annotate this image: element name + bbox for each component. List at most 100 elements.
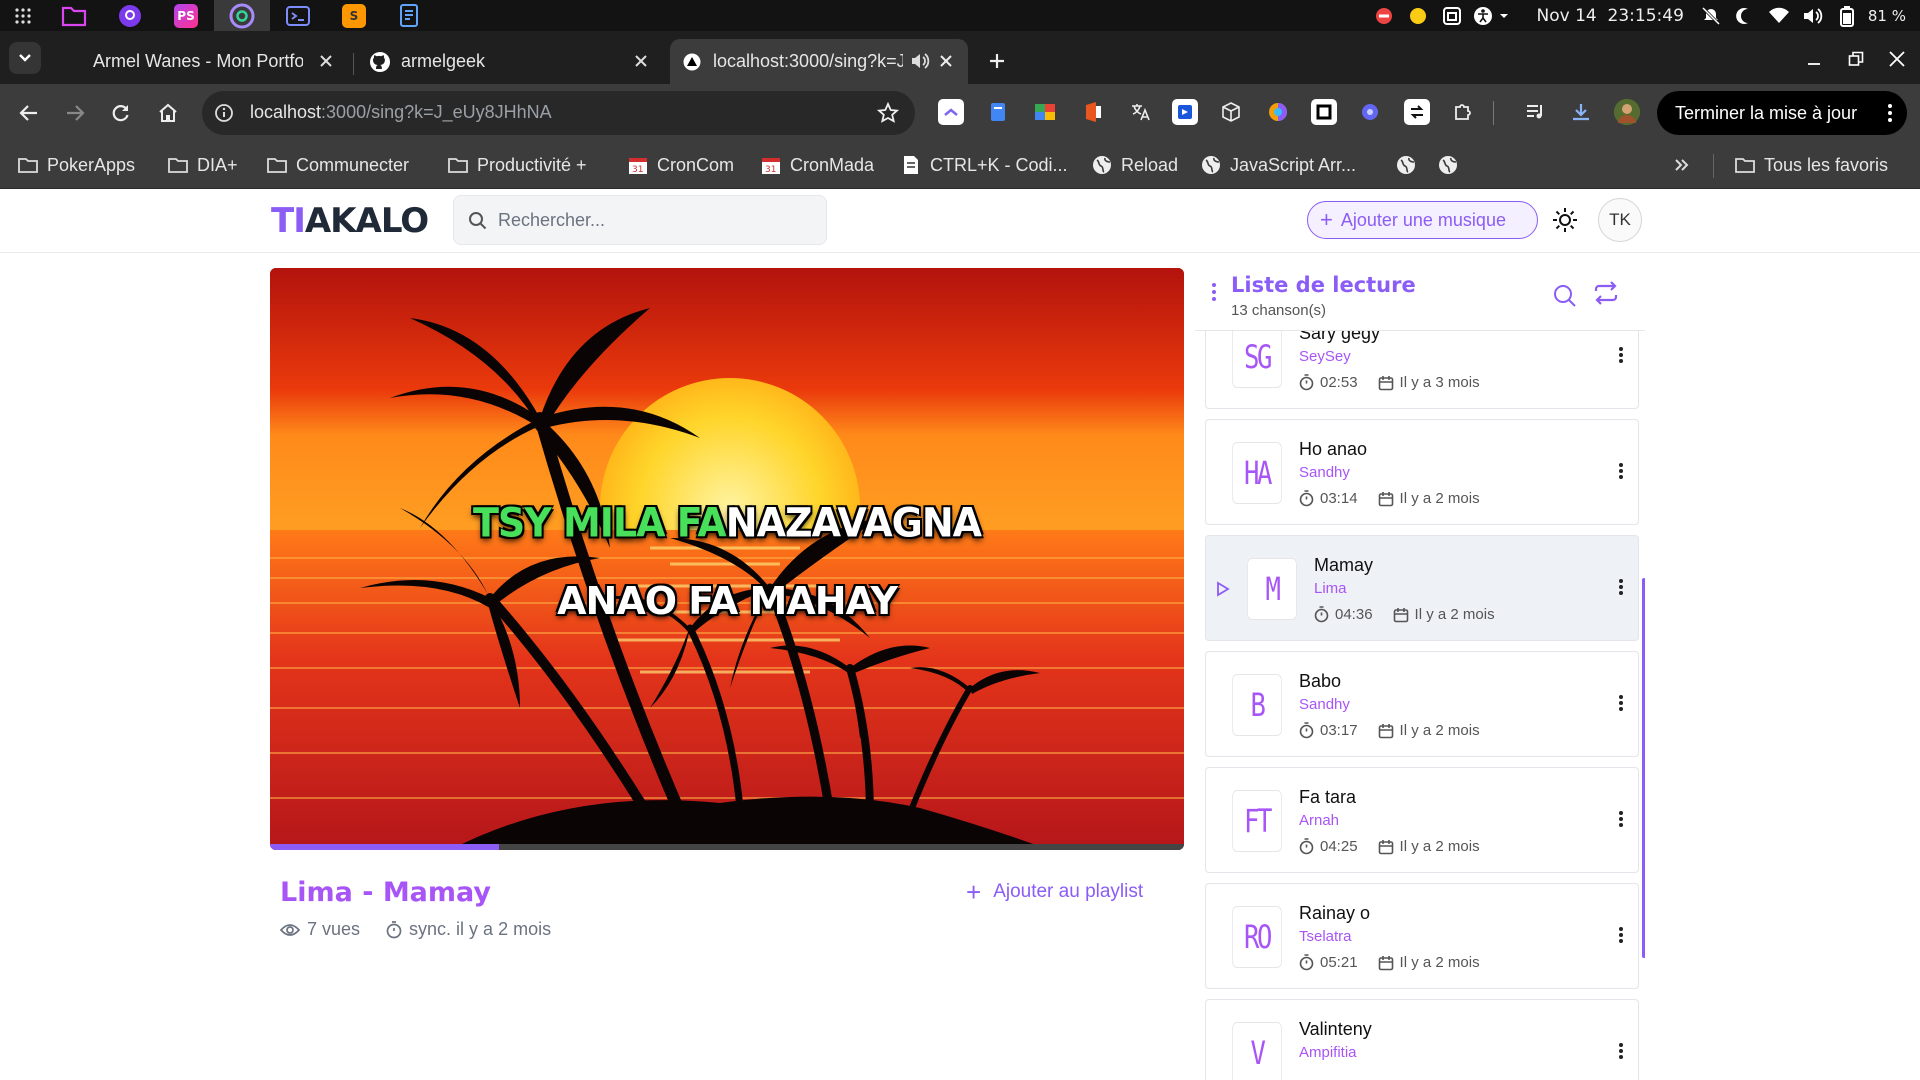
item-menu-icon[interactable] [1618,926,1624,944]
search-input[interactable]: Rechercher... [453,195,827,245]
bookmark-extension-icon[interactable] [1172,99,1198,125]
url-text[interactable]: localhost:3000/sing?k=J_eUy8JHhNA [250,102,552,123]
bookmark-communecter[interactable]: Communecter [266,151,409,179]
more-vertical-icon[interactable] [1211,281,1217,303]
translate-extension-icon[interactable] [1127,99,1153,125]
sublime-app-icon[interactable]: S [326,0,382,31]
volume-icon[interactable] [1796,0,1830,31]
bookmark-dia[interactable]: DIA+ [167,151,238,179]
playlist-list[interactable]: SG Sary gegy SeySey 02:53 Il y a 3 mois … [1195,330,1645,1080]
item-menu-icon[interactable] [1618,694,1624,712]
os-top-bar: PS S Nov 14 23:15:49 81 % [0,0,1920,31]
chrome-app-icon[interactable] [214,0,270,31]
bookmark-productivite[interactable]: Productivité + [447,151,587,179]
sync-extension-icon[interactable] [1404,99,1430,125]
audio-playing-icon[interactable] [910,51,930,71]
folder-icon [266,154,288,176]
tab-github[interactable]: armelgeek [355,39,663,84]
playlist-item[interactable]: B Babo Sandhy 03:17 Il y a 2 mois [1205,651,1639,757]
cube-extension-icon[interactable] [1218,99,1244,125]
tab-portfolio[interactable]: Armel Wanes - Mon Portfolio [58,39,348,84]
sun-icon [1553,208,1577,232]
bookmark-star-icon[interactable] [877,102,899,124]
tab-localhost-sing[interactable]: localhost:3000/sing?k=J_eUy8JHhNA [670,39,968,84]
minimize-window-button[interactable] [1800,45,1828,73]
forward-button[interactable] [60,98,90,128]
song-initials-thumb: HA [1232,442,1282,504]
video-progress-bar[interactable] [270,844,1184,850]
battery-icon[interactable] [1830,0,1864,31]
media-controls-icon[interactable] [1522,99,1548,125]
new-tab-button[interactable] [984,48,1010,74]
close-tab-icon[interactable] [316,51,336,71]
files-app-icon[interactable] [46,0,102,31]
stop-indicator-icon[interactable] [1367,0,1401,31]
address-bar[interactable]: localhost:3000/sing?k=J_eUy8JHhNA [202,91,915,135]
all-bookmarks-folder[interactable]: Tous les favoris [1734,151,1888,179]
office-extension-icon[interactable] [1080,99,1106,125]
accessibility-menu-icon[interactable] [1469,0,1515,31]
bookmark-globe-2[interactable] [1437,151,1467,179]
download-icon[interactable] [1568,99,1594,125]
tab-search-button[interactable] [9,42,41,74]
bookmark-reload[interactable]: Reload [1091,151,1178,179]
github-desktop-app-icon[interactable] [102,0,158,31]
repeat-icon[interactable] [1592,279,1620,307]
bookmark-pokerapps[interactable]: PokerApps [17,151,135,179]
item-menu-icon[interactable] [1618,462,1624,480]
add-music-button[interactable]: + Ajouter une musique [1307,201,1538,239]
clipboard-indicator-icon[interactable] [1435,0,1469,31]
playlist-scrollbar[interactable] [1642,578,1645,958]
play-icon[interactable] [1216,581,1230,597]
finish-update-button[interactable]: Terminer la mise à jour [1657,91,1907,135]
wifi-icon[interactable] [1762,0,1796,31]
color-picker-extension-icon[interactable] [1265,99,1291,125]
close-tab-icon[interactable] [936,51,956,71]
editor-app-icon[interactable] [382,0,438,31]
item-menu-icon[interactable] [1618,578,1624,596]
back-button[interactable] [14,98,44,128]
reload-button[interactable] [106,98,136,128]
clickup-extension-icon[interactable] [938,99,964,125]
item-menu-icon[interactable] [1618,346,1624,364]
bookmark-ctrlk[interactable]: CTRL+K - Codi... [900,151,1068,179]
bookmark-croncom[interactable]: 31 CronCom [627,151,734,179]
playlist-item[interactable]: V Valinteny Ampifitia [1205,999,1639,1080]
item-menu-icon[interactable] [1618,1042,1624,1060]
playlist-item[interactable]: HA Ho anao Sandhy 03:14 Il y a 2 mois [1205,419,1639,525]
terminal-app-icon[interactable] [270,0,326,31]
site-info-icon[interactable] [212,101,236,125]
user-avatar[interactable]: TK [1598,198,1642,242]
playlist-item-current[interactable]: M Mamay Lima 04:36 Il y a 2 mois [1205,535,1639,641]
playlist-search-icon[interactable] [1552,283,1578,309]
do-not-disturb-icon[interactable] [1694,0,1728,31]
item-menu-icon[interactable] [1618,810,1624,828]
theme-toggle-button[interactable] [1550,205,1580,235]
playlist-item[interactable]: FT Fa tara Arnah 04:25 Il y a 2 mois [1205,767,1639,873]
bookmark-globe-1[interactable] [1395,151,1425,179]
clock[interactable]: Nov 14 23:15:49 [1515,6,1694,26]
notes-indicator-icon[interactable] [1401,0,1435,31]
night-light-icon[interactable] [1728,0,1762,31]
close-tab-icon[interactable] [631,51,651,71]
restore-window-button[interactable] [1842,45,1870,73]
gear-extension-icon[interactable] [1357,99,1383,125]
puzzle-icon[interactable] [1450,99,1476,125]
phpstorm-app-icon[interactable]: PS [158,0,214,31]
search-icon [468,211,488,231]
home-button[interactable] [153,98,183,128]
more-bookmarks-button[interactable] [1674,151,1690,179]
profile-avatar-icon[interactable] [1614,99,1640,125]
bookmark-javascript[interactable]: JavaScript Arr... [1200,151,1356,179]
karaoke-video-player[interactable]: TSY MILA FANAZAVAGNA ANAO FA MAHAY [270,268,1184,850]
add-to-playlist-button[interactable]: + Ajouter au playlist [966,879,1143,905]
tiakalo-logo[interactable]: TIAKALO [271,203,429,239]
playlist-item[interactable]: RO Rainay o Tselatra 05:21 Il y a 2 mois [1205,883,1639,989]
playlist-item[interactable]: SG Sary gegy SeySey 02:53 Il y a 3 mois [1205,331,1639,409]
app-grid-icon[interactable] [0,0,46,31]
docs-extension-icon[interactable] [985,99,1011,125]
square-extension-icon[interactable] [1311,99,1337,125]
colorful-extension-icon[interactable] [1032,99,1058,125]
bookmark-cronmada[interactable]: 31 CronMada [760,151,874,179]
close-window-button[interactable] [1883,45,1911,73]
